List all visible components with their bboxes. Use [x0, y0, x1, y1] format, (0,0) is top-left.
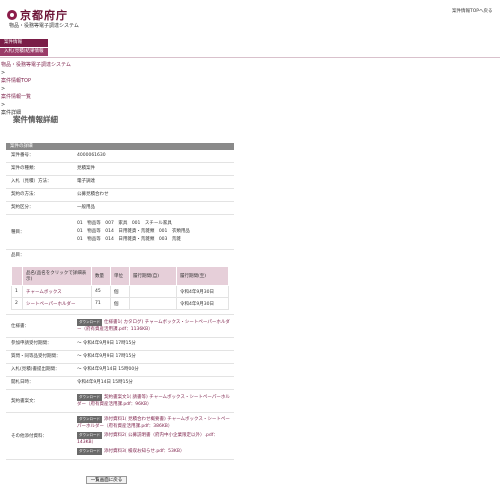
project-details: 案件の詳細 案件番号： 4000061630 案件の種類： 見積案件 入札（見積… — [6, 143, 234, 460]
cell-from — [129, 297, 177, 310]
cell-index: 2 — [11, 297, 23, 310]
field-value: 公募見積合わせ — [77, 192, 109, 197]
field-label: 入札(見積)書提出期間： — [11, 367, 60, 372]
breadcrumb-sep: > — [1, 86, 6, 92]
field-row-other-docs: その他添付資料： ダウンロード 添付資料1( 見積合わせ概要書) チャームボックス… — [6, 413, 234, 460]
field-label: 品目： — [11, 253, 25, 258]
cell-item-link[interactable]: チャームボックス — [22, 285, 92, 298]
field-row-type: 案件の種類： 見積案件 — [6, 163, 234, 176]
field-value: 電子調達 — [77, 179, 95, 184]
date-row: 参加申請受付期間： ～ 令和4年9月9日 17時15分 — [6, 338, 234, 351]
field-label: 質問・同等品受付期間： — [11, 354, 61, 359]
logo-text: 京都府庁 — [20, 9, 68, 22]
breadcrumb-system[interactable]: 物品・役務等電子調達システム — [1, 61, 71, 69]
field-row-spec: 仕様書： ダウンロード 仕様書1( カタログ) チャームボックス・シートペーパーホ… — [6, 314, 234, 338]
kyoto-emblem-icon — [7, 10, 17, 20]
field-row-method: 入札（見積）方法： 電子調達 — [6, 176, 234, 189]
attachment-link[interactable]: 添付資料3( 検収お知らせ.pdf：53KB） — [104, 449, 184, 454]
field-value: ダウンロード 契約書案文1( 請書等) チャームボックス・シートペーパーホルダー（… — [77, 394, 234, 408]
cell-unit: 個 — [110, 285, 130, 298]
download-badge-icon: ダウンロード — [77, 447, 102, 455]
field-row-contract-doc: 契約書案文： ダウンロード 契約書案文1( 請書等) チャームボックス・シートペー… — [6, 390, 234, 413]
breadcrumb-sep: > — [1, 70, 6, 76]
field-row-number: 案件番号： 4000061630 — [6, 150, 234, 163]
field-label: 仕様書： — [11, 323, 29, 329]
cell-qty: 71 — [91, 297, 111, 310]
site-subtitle: 物品・役務等電子調達システム — [9, 23, 79, 29]
back-to-top-link[interactable]: 案件情報TOPへ戻る — [452, 8, 493, 14]
breadcrumb-list[interactable]: 案件情報一覧 — [1, 93, 71, 101]
field-value: ～ 令和4年9月9日 17時15分 — [77, 341, 136, 346]
field-value: ダウンロード 仕様書1( カタログ) チャームボックス・シートペーパーホルダー（府… — [77, 319, 234, 333]
col-header: 履行期間(自) — [129, 266, 177, 286]
field-value: 01 物品等 007 家具 001 スチール家具 01 物品等 014 日用雑貨… — [77, 220, 234, 244]
section-header: 案件の詳細 — [6, 143, 234, 150]
field-value: 令和4年9月14日 15時15分 — [77, 380, 133, 385]
download-badge-icon: ダウンロード — [77, 415, 102, 423]
field-row-items: 品目： — [6, 250, 234, 262]
col-header: 履行期間(至) — [176, 266, 229, 286]
date-row: 開札日時： 令和4年9月14日 15時15分 — [6, 377, 234, 390]
breadcrumb: 物品・役務等電子調達システム > 案件情報TOP > 案件情報一覧 > 案件詳細 — [1, 61, 71, 117]
kind-line: 01 物品等 014 日用雑貨・荒雑類 001 衣類用品 — [77, 229, 190, 234]
field-label: 契約書案文： — [11, 398, 38, 404]
col-header: 数量 — [91, 266, 111, 286]
date-row: 入札(見積)書提出期間： ～ 令和4年9月14日 15時00分 — [6, 364, 234, 377]
download-badge-icon: ダウンロード — [77, 431, 102, 439]
breadcrumb-top[interactable]: 案件情報TOP — [1, 77, 71, 85]
field-value: 一般用品 — [77, 205, 95, 210]
site-logo[interactable]: 京都府庁 — [7, 7, 68, 23]
nav-item-project-info[interactable]: 案件情報 — [0, 39, 48, 48]
page-title: 案件情報詳細 — [13, 115, 58, 124]
field-label: 入札（見積）方法： — [11, 179, 52, 184]
field-label: 案件番号： — [11, 153, 34, 158]
field-label: 開札日時： — [11, 380, 34, 385]
date-row: 質問・同等品受付期間： ～ 令和4年9月9日 17時15分 — [6, 351, 234, 364]
breadcrumb-sep: > — [1, 102, 6, 108]
field-label: 種目： — [11, 230, 25, 235]
back-to-list-button[interactable]: 一覧画面に戻る — [86, 476, 127, 484]
field-value: 見積案件 — [77, 166, 95, 171]
field-value: ～ 令和4年9月14日 15時00分 — [77, 367, 139, 372]
download-badge-icon: ダウンロード — [77, 319, 102, 326]
field-label: 参加申請受付期間： — [11, 341, 52, 346]
col-header: 単位 — [110, 266, 130, 286]
field-row-contract: 契約の方法： 公募見積合わせ — [6, 189, 234, 202]
field-row-kind: 種目： 01 物品等 007 家具 001 スチール家具 01 物品等 014 … — [6, 215, 234, 250]
side-nav: 案件情報 入札(見積)結果情報 — [0, 39, 48, 57]
field-row-category: 契約区分： 一般用品 — [6, 202, 234, 215]
table-row: 1 チャームボックス 45 個 令和4年9月30日 — [11, 285, 229, 298]
table-row: 2 シートペーパーホルダー 71 個 令和4年9月30日 — [11, 297, 229, 310]
field-value: ダウンロード 添付資料1( 見積合わせ概要書) チャームボックス・シートペーパーホ… — [77, 415, 234, 457]
field-label: 案件の種類： — [11, 166, 38, 171]
col-header: 品名(品名をクリックで詳細表示) — [22, 266, 92, 286]
kind-line: 01 物品等 007 家具 001 スチール家具 — [77, 221, 172, 226]
download-badge-icon: ダウンロード — [77, 394, 102, 401]
col-header — [11, 266, 23, 286]
nav-item-bid-results[interactable]: 入札(見積)結果情報 — [0, 48, 48, 57]
items-table: 品名(品名をクリックで詳細表示) 数量 単位 履行期間(自) 履行期間(至) 1… — [11, 266, 229, 310]
nav-divider — [0, 57, 500, 58]
field-label: 契約区分： — [11, 205, 34, 210]
cell-to: 令和4年9月30日 — [176, 285, 229, 298]
field-label: 契約の方法： — [11, 192, 38, 197]
field-value: 4000061630 — [77, 153, 106, 158]
table-header-row: 品名(品名をクリックで詳細表示) 数量 単位 履行期間(自) 履行期間(至) — [11, 266, 229, 286]
cell-index: 1 — [11, 285, 23, 298]
cell-qty: 45 — [91, 285, 111, 298]
field-label: その他添付資料： — [11, 433, 47, 439]
cell-to: 令和4年9月30日 — [176, 297, 229, 310]
cell-from — [129, 285, 177, 298]
cell-unit: 個 — [110, 297, 130, 310]
kind-line: 01 物品等 014 日用雑貨・荒雑類 003 荒雑 — [77, 237, 181, 242]
cell-item-link[interactable]: シートペーパーホルダー — [22, 297, 92, 310]
field-value: ～ 令和4年9月9日 17時15分 — [77, 354, 136, 359]
